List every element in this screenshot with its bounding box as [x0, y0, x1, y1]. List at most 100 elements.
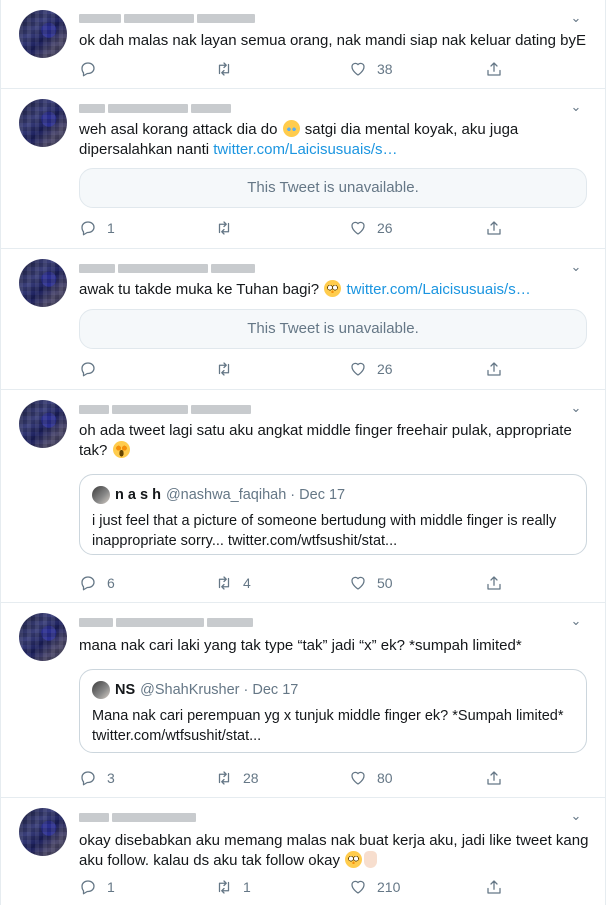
retweet-icon	[218, 771, 230, 785]
tweet-text-part: oh ada tweet lagi satu aku angkat middle…	[79, 422, 572, 459]
quoted-display-name: n a s h	[115, 487, 161, 503]
tweet-text: ok dah malas nak layan semua orang, nak …	[79, 32, 586, 49]
tweet[interactable]: ⌄ okay disebabkan aku memang malas nak b…	[1, 798, 605, 905]
tweet-link[interactable]: twitter.com/Laicisusuais/s…	[213, 141, 397, 158]
tweet[interactable]: ⌄ ok dah malas nak layan semua orang, na…	[1, 0, 605, 89]
like-button[interactable]: 210	[349, 877, 400, 897]
avatar[interactable]	[19, 259, 67, 307]
blurred-username	[79, 12, 255, 24]
tweet-text-part: awak tu takde muka ke Tuhan bagi?	[79, 281, 324, 298]
share-icon	[487, 771, 501, 785]
reply-icon	[81, 362, 95, 377]
reply-button[interactable]: 6	[79, 573, 115, 593]
avatar[interactable]	[19, 99, 67, 147]
retweet-button[interactable]: 28	[215, 768, 259, 788]
quoted-tweet[interactable]: n a s h @nashwa_faqihah · Dec 17 i just …	[79, 474, 587, 555]
avatar[interactable]	[19, 400, 67, 448]
tweet-text: weh asal korang attack dia do satgi dia …	[79, 120, 589, 160]
retweet-icon	[218, 880, 230, 894]
blurred-username	[79, 403, 251, 415]
reply-icon	[81, 62, 95, 77]
share-button[interactable]	[485, 218, 503, 238]
reply-count: 3	[107, 770, 115, 786]
heart-icon	[351, 362, 365, 376]
blurred-username	[79, 262, 255, 274]
raised-hand-icon	[364, 851, 378, 868]
reply-icon	[81, 880, 95, 895]
share-icon	[487, 62, 501, 76]
quoted-avatar[interactable]	[92, 486, 110, 504]
tweet-actions: 1 26	[79, 218, 519, 238]
avatar[interactable]	[19, 808, 67, 856]
chevron-down-icon[interactable]: ⌄	[569, 809, 583, 823]
heart-icon	[351, 62, 365, 76]
quoted-display-name: NS	[115, 682, 136, 698]
like-button[interactable]: 26	[349, 218, 393, 238]
retweet-icon	[218, 62, 230, 76]
loudly-crying-face-icon	[282, 120, 300, 137]
tweet[interactable]: ⌄ mana nak cari laki yang tak type “tak”…	[1, 603, 605, 798]
share-button[interactable]	[485, 573, 503, 593]
reply-count: 1	[107, 220, 115, 236]
tweet-text: okay disebabkan aku memang malas nak bua…	[79, 831, 589, 871]
quoted-tweet-header: n a s h @nashwa_faqihah · Dec 17	[92, 486, 345, 504]
avatar[interactable]	[19, 613, 67, 661]
heart-icon	[351, 576, 365, 590]
flushed-face-icon	[324, 280, 342, 297]
retweet-button[interactable]: 4	[215, 573, 251, 593]
tweet-text: awak tu takde muka ke Tuhan bagi? twitte…	[79, 280, 589, 300]
like-count: 26	[377, 220, 393, 236]
tweet-actions: 38	[79, 59, 519, 79]
tweet-text: mana nak cari laki yang tak type “tak” j…	[79, 637, 522, 654]
retweet-icon	[218, 221, 230, 235]
reply-button[interactable]: 3	[79, 768, 115, 788]
like-button[interactable]: 50	[349, 573, 393, 593]
blurred-username	[79, 811, 196, 823]
tweet-link[interactable]: twitter.com/Laicisusuais/s…	[347, 281, 531, 298]
heart-icon	[351, 880, 365, 894]
tweet[interactable]: ⌄ oh ada tweet lagi satu aku angkat midd…	[1, 390, 605, 603]
blurred-username	[79, 102, 231, 114]
like-button[interactable]: 38	[349, 59, 393, 79]
share-icon	[487, 362, 501, 376]
chevron-down-icon[interactable]: ⌄	[569, 614, 583, 628]
quoted-tweet[interactable]: NS @ShahKrusher · Dec 17 Mana nak cari p…	[79, 669, 587, 753]
tweet[interactable]: ⌄ weh asal korang attack dia do satgi di…	[1, 89, 605, 249]
quoted-avatar[interactable]	[92, 681, 110, 699]
quoted-text: i just feel that a picture of someone be…	[92, 513, 557, 549]
share-button[interactable]	[485, 768, 503, 788]
like-button[interactable]: 26	[349, 359, 393, 379]
chevron-down-icon[interactable]: ⌄	[569, 260, 583, 274]
reply-icon	[81, 576, 95, 591]
tweet-text: oh ada tweet lagi satu aku angkat middle…	[79, 421, 589, 461]
share-icon	[487, 880, 501, 894]
chevron-down-icon[interactable]: ⌄	[569, 11, 583, 25]
retweet-button[interactable]	[215, 218, 243, 238]
heart-icon	[351, 221, 365, 235]
reply-button[interactable]: 1	[79, 218, 115, 238]
chevron-down-icon[interactable]: ⌄	[569, 401, 583, 415]
chevron-down-icon[interactable]: ⌄	[569, 100, 583, 114]
reply-button[interactable]	[79, 359, 107, 379]
retweet-button[interactable]	[215, 59, 243, 79]
share-button[interactable]	[485, 59, 503, 79]
retweet-button[interactable]: 1	[215, 877, 251, 897]
reply-button[interactable]	[79, 59, 107, 79]
heart-icon	[351, 771, 365, 785]
like-button[interactable]: 80	[349, 768, 393, 788]
avatar[interactable]	[19, 10, 67, 58]
retweet-icon	[218, 576, 230, 590]
share-button[interactable]	[485, 877, 503, 897]
unavailable-tweet-card: This Tweet is unavailable.	[79, 309, 587, 349]
reply-count: 6	[107, 575, 115, 591]
like-count: 38	[377, 61, 393, 77]
quoted-tweet-header: NS @ShahKrusher · Dec 17	[92, 681, 298, 699]
reply-button[interactable]: 1	[79, 877, 115, 897]
tweet[interactable]: ⌄ awak tu takde muka ke Tuhan bagi? twit…	[1, 249, 605, 390]
share-button[interactable]	[485, 359, 503, 379]
star-struck-face-icon	[112, 441, 130, 458]
unavailable-tweet-card: This Tweet is unavailable.	[79, 168, 587, 208]
retweet-count: 4	[243, 575, 251, 591]
retweet-count: 28	[243, 770, 259, 786]
retweet-button[interactable]	[215, 359, 243, 379]
